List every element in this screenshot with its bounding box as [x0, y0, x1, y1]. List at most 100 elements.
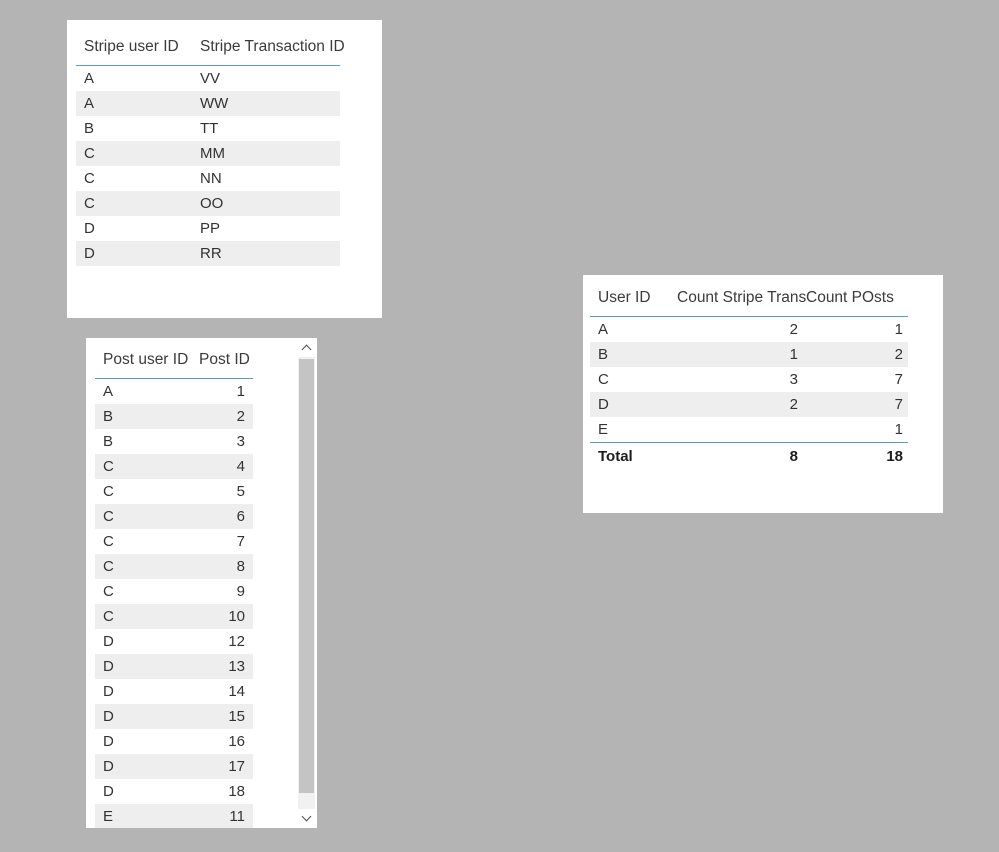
stripe-table-head: Stripe user ID Stripe Transaction ID — [76, 38, 345, 66]
table-row[interactable]: B TT — [76, 116, 340, 141]
scrollbar-track[interactable] — [298, 357, 315, 809]
scroll-up-button[interactable] — [298, 340, 315, 357]
column-header-stripe-user-id[interactable]: Stripe user ID — [76, 38, 196, 66]
cell-stripe-transaction-id: NN — [200, 170, 222, 187]
cell-count-stripe-trans: 3 — [789, 371, 798, 388]
table-row[interactable]: E1 — [590, 417, 908, 443]
table-row[interactable]: C 10 — [95, 604, 253, 629]
cell-post-user-id: D — [95, 704, 193, 729]
cell-user-id: B — [590, 342, 674, 367]
table-row[interactable]: D 15 — [95, 704, 253, 729]
total-row: Total 8 18 — [590, 442, 908, 470]
cell-stripe-transaction-id: RR — [196, 241, 340, 266]
table-row[interactable]: A1 — [95, 379, 253, 405]
table-row[interactable]: A 2 1 — [590, 317, 908, 343]
column-header-post-id[interactable]: Post ID — [193, 351, 253, 379]
stripe-table-wrapper: Stripe user ID Stripe Transaction ID A VV… — [67, 20, 382, 266]
scrollbar-thumb[interactable] — [299, 359, 314, 793]
cell-post-user-id: C — [95, 554, 193, 579]
table-row[interactable]: C8 — [95, 554, 253, 579]
column-header-stripe-transaction-id[interactable]: Stripe Transaction ID — [196, 38, 345, 66]
table-row[interactable]: C6 — [95, 504, 253, 529]
cell-count-stripe-trans — [674, 417, 803, 443]
table-row[interactable]: C5 — [95, 479, 253, 504]
posts-scrollbar[interactable] — [298, 340, 315, 826]
cell-post-user-id: C — [103, 583, 114, 600]
table-row[interactable]: B12 — [590, 342, 908, 367]
table-row[interactable]: C MM — [76, 141, 340, 166]
cell-post-id: 9 — [236, 583, 245, 600]
cell-post-user-id: C — [103, 533, 114, 550]
stripe-transactions-table: Stripe user ID Stripe Transaction ID A VV… — [76, 38, 345, 266]
scroll-down-button[interactable] — [298, 809, 315, 826]
cell-stripe-transaction-id: VV — [200, 70, 221, 87]
posts-header-row: Post user ID Post ID — [95, 351, 253, 379]
cell-count-stripe-trans: 1 — [674, 342, 803, 367]
cell-user-id: A — [598, 321, 609, 338]
cell-post-id: 12 — [228, 633, 245, 650]
table-row[interactable]: C OO — [76, 191, 340, 216]
table-row[interactable]: A WW — [76, 91, 340, 116]
summary-table: User ID Count Stripe Trans Count POsts A… — [590, 289, 908, 470]
table-row[interactable]: D 17 — [95, 754, 253, 779]
cell-post-id: 4 — [193, 454, 253, 479]
cell-stripe-transaction-id: MM — [196, 141, 340, 166]
table-row[interactable]: D PP — [76, 216, 340, 241]
cell-post-id: 13 — [193, 654, 253, 679]
cell-user-id: D — [590, 392, 674, 417]
total-count-stripe-trans: 8 — [674, 442, 803, 470]
cell-count-posts: 2 — [803, 342, 908, 367]
table-row[interactable]: C7 — [95, 529, 253, 554]
table-row[interactable]: D 16 — [95, 729, 253, 754]
cell-count-stripe-trans: 2 — [674, 392, 803, 417]
cell-stripe-user-id: C — [76, 141, 196, 166]
column-header-count-posts[interactable]: Count POsts — [803, 289, 908, 317]
cell-post-user-id: D — [95, 654, 193, 679]
cell-stripe-transaction-id: PP — [200, 220, 221, 237]
posts-table-body: A 1 B 2 B 3 C 4 C 5 C 6 C 7 C 8 C 9 C 10 D 12 D 13 D 14 D 15 D 16 D 17 D… — [95, 379, 253, 828]
cell-stripe-user-id: A — [84, 70, 95, 87]
cell-post-id: 8 — [193, 554, 253, 579]
table-row[interactable]: D RR — [76, 241, 340, 266]
table-row[interactable]: C 3 7 — [590, 367, 908, 392]
cell-post-id: 15 — [193, 704, 253, 729]
table-row[interactable]: D 13 — [95, 654, 253, 679]
summary-header-row: User ID Count Stripe Trans Count POsts — [590, 289, 908, 317]
cell-stripe-user-id: C — [76, 191, 196, 216]
cell-post-id: 17 — [193, 754, 253, 779]
chevron-down-icon — [301, 811, 312, 822]
posts-table-wrapper: Post user ID Post ID A1B2B3C4C5C6C7C8C9C… — [86, 338, 317, 828]
cell-post-id: 3 — [236, 433, 245, 450]
cell-post-id: 16 — [228, 733, 245, 750]
table-row[interactable]: B2 — [95, 404, 253, 429]
cell-stripe-transaction-id: WW — [196, 91, 340, 116]
posts-table-head: Post user ID Post ID — [95, 351, 253, 379]
table-row[interactable]: C NN — [76, 166, 340, 191]
table-row[interactable]: B3 — [95, 429, 253, 454]
summary-table-body: A21B12C37D27E1 — [590, 317, 908, 443]
table-row[interactable]: C4 — [95, 454, 253, 479]
column-header-count-stripe-trans[interactable]: Count Stripe Trans — [674, 289, 806, 317]
cell-stripe-user-id: D — [76, 241, 196, 266]
cell-post-id: 5 — [236, 483, 245, 500]
table-row[interactable]: D 18 — [95, 779, 253, 804]
cell-post-id: 2 — [193, 404, 253, 429]
cell-post-user-id: B — [103, 433, 114, 450]
cell-count-posts: 7 — [894, 371, 903, 388]
cell-post-id: 18 — [228, 783, 245, 800]
cell-post-id: 6 — [193, 504, 253, 529]
table-row[interactable]: D 14 — [95, 679, 253, 704]
cell-post-user-id: C — [95, 604, 193, 629]
stripe-transactions-card: Stripe user ID Stripe Transaction ID A VV… — [67, 20, 382, 318]
cell-post-user-id: E — [95, 804, 193, 828]
column-header-post-user-id[interactable]: Post user ID — [95, 351, 193, 379]
cell-post-user-id: D — [103, 733, 114, 750]
table-row[interactable]: E 11 — [95, 804, 253, 828]
table-row[interactable]: A VV — [76, 66, 340, 92]
cell-post-id: 7 — [236, 533, 245, 550]
table-row[interactable]: C9 — [95, 579, 253, 604]
table-row[interactable]: D27 — [590, 392, 908, 417]
table-row[interactable]: D 12 — [95, 629, 253, 654]
cell-post-user-id: C — [95, 454, 193, 479]
column-header-user-id[interactable]: User ID — [590, 289, 674, 317]
